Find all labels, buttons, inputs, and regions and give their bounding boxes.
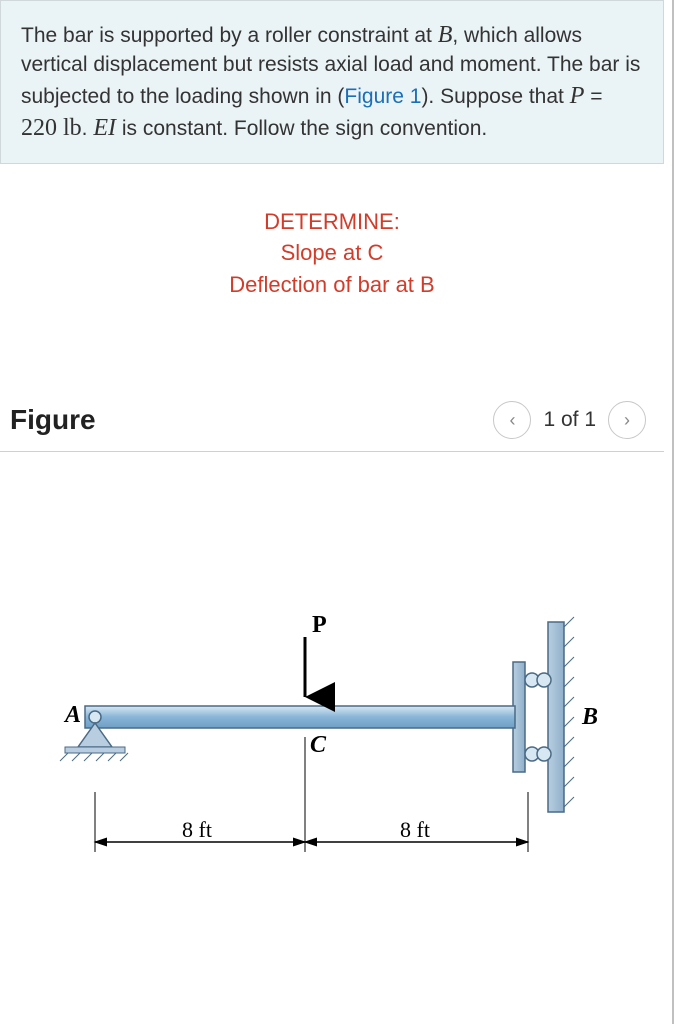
next-button[interactable]: ›	[608, 401, 646, 439]
problem-text: is constant. Follow the sign convention.	[116, 117, 487, 140]
label-A: A	[63, 702, 81, 728]
figure-header: Figure ‹ 1 of 1 ›	[0, 401, 664, 452]
figure-area: A B C P 8 ft 8 ft	[0, 472, 664, 952]
wall-hatching	[564, 617, 574, 807]
problem-text: =	[584, 85, 602, 108]
label-C: C	[310, 732, 327, 758]
chevron-right-icon: ›	[624, 410, 630, 431]
determine-line1: Slope at C	[0, 237, 664, 269]
problem-text: ). Suppose that	[421, 85, 569, 108]
var-P: P	[570, 83, 585, 109]
page-container: The bar is supported by a roller constra…	[0, 0, 674, 1024]
chevron-left-icon: ‹	[509, 410, 515, 431]
rollers	[525, 673, 551, 761]
figure-link[interactable]: Figure 1	[344, 85, 421, 108]
problem-statement-box: The bar is supported by a roller constra…	[0, 0, 664, 164]
wall-B	[548, 622, 564, 812]
pager-text: 1 of 1	[543, 408, 596, 432]
problem-text: The bar is supported by a roller constra…	[21, 24, 438, 47]
label-B: B	[581, 704, 598, 730]
var-EI: EI	[93, 115, 116, 141]
determine-heading: DETERMINE:	[0, 206, 664, 238]
determine-block: DETERMINE: Slope at C Deflection of bar …	[0, 206, 664, 302]
P-value: 220 lb	[21, 115, 82, 141]
beam-diagram: A B C P 8 ft 8 ft	[50, 602, 640, 922]
prev-button[interactable]: ‹	[493, 401, 531, 439]
dim-left-text: 8 ft	[182, 817, 212, 842]
problem-text: .	[82, 117, 94, 140]
label-P: P	[312, 612, 327, 638]
dim-right-text: 8 ft	[400, 817, 430, 842]
var-B: B	[438, 22, 453, 48]
figure-title: Figure	[10, 404, 96, 436]
determine-line2: Deflection of bar at B	[0, 269, 664, 301]
pager: ‹ 1 of 1 ›	[493, 401, 646, 439]
beam-bar	[85, 706, 515, 728]
